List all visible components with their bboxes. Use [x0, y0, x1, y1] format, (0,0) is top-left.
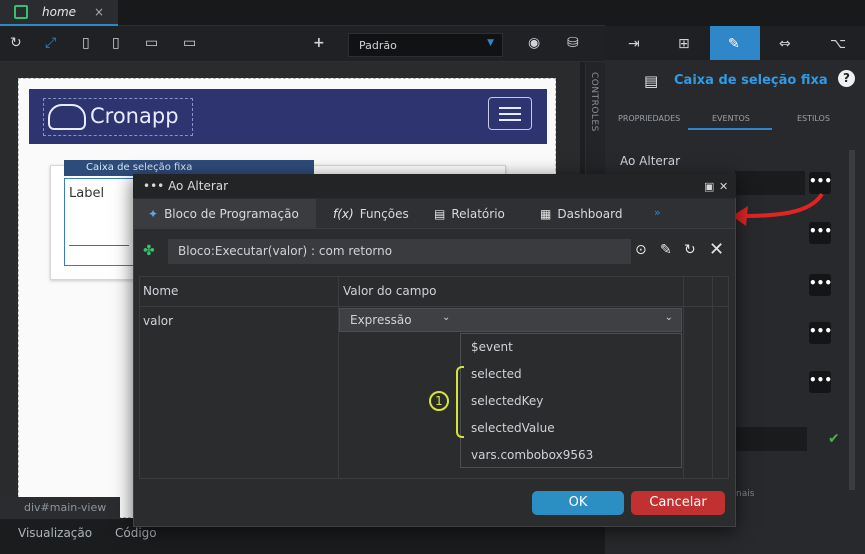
expression-select[interactable]: Expressão ⌄ ⌄	[339, 308, 682, 332]
panel-title: Caixa de seleção fixa	[674, 73, 828, 88]
eye-off-icon[interactable]: ◉	[528, 35, 540, 51]
more-button[interactable]: •••	[809, 322, 832, 344]
tab-home[interactable]: home ×	[0, 0, 118, 26]
tablet-icon[interactable]: ▯	[112, 35, 120, 51]
more-button[interactable]: •••	[809, 274, 832, 296]
tab-eventos[interactable]: EVENTOS	[712, 114, 750, 123]
page-icon	[14, 5, 28, 19]
dots-icon: •••	[143, 179, 165, 193]
footer-fragment: nais	[736, 489, 755, 499]
puzzle-icon: ✤	[143, 243, 155, 259]
panel-tabs: PROPRIEDADES EVENTOS ESTILOS	[605, 108, 865, 130]
arrow-annotation-icon	[732, 192, 824, 226]
add-icon[interactable]: +	[313, 35, 325, 51]
option-selected[interactable]: selected	[471, 367, 522, 381]
modal-title-bar: ••• Ao Alterar	[133, 174, 736, 198]
tab-propriedades[interactable]: PROPRIEDADES	[618, 114, 680, 123]
monitor-icon[interactable]: ▭	[183, 35, 196, 51]
option-event[interactable]: $event	[471, 340, 513, 354]
report-icon: ▤	[434, 207, 446, 221]
event-field[interactable]	[735, 427, 807, 451]
annotation-brace	[456, 366, 464, 438]
breadcrumb[interactable]: div#main-view	[0, 497, 120, 519]
tree-icon[interactable]: ⊞	[678, 36, 690, 52]
event-label: Ao Alterar	[620, 154, 681, 168]
modal-tabs: ✦ Bloco de Programação f(x) Funções ▤ Relat…	[134, 199, 735, 229]
tab-bloco[interactable]: ✦ Bloco de Programação	[134, 199, 316, 229]
chevron-down-icon[interactable]: ⌄	[665, 312, 673, 323]
active-tab-indicator	[688, 128, 772, 130]
option-selected-key[interactable]: selectedKey	[471, 394, 543, 408]
puzzle-icon: ✦	[148, 207, 159, 221]
tab-home-label: home	[42, 5, 77, 19]
ok-button[interactable]: OK	[532, 491, 624, 515]
controls-label: CONTROLES	[589, 72, 599, 132]
chevron-down-icon: ▼	[487, 38, 494, 48]
logo-text: Cronapp	[90, 104, 179, 128]
toolbar	[0, 26, 605, 62]
hamburger-menu-icon[interactable]	[488, 97, 532, 130]
component-underline	[69, 245, 129, 246]
tab-relatorio[interactable]: ▤ Relatório	[434, 199, 505, 229]
login-icon[interactable]: ⇥	[628, 36, 640, 52]
code-icon[interactable]: ⌥	[830, 36, 846, 52]
desktop-icon[interactable]: ▭	[145, 35, 158, 51]
redo-icon[interactable]: ↻	[684, 242, 696, 258]
resize-icon[interactable]: ⇔	[779, 36, 791, 52]
right-panel-top	[605, 0, 865, 26]
tab-estilos[interactable]: ESTILOS	[797, 114, 830, 123]
edit-icon[interactable]: ✎	[660, 242, 672, 258]
dashboard-icon: ▦	[540, 207, 552, 221]
chevron-down-icon[interactable]: ⌄	[442, 312, 450, 323]
expand-icon[interactable]: ⤢	[45, 35, 56, 51]
tab-funcoes[interactable]: f(x) Funções	[333, 199, 409, 229]
component-label: Label	[69, 186, 105, 201]
cloud-icon	[48, 104, 86, 130]
pencil-icon[interactable]: ✎	[728, 36, 740, 52]
more-tabs-icon[interactable]: »	[654, 206, 661, 219]
clear-icon[interactable]: ✕	[709, 239, 724, 260]
function-icon: f(x)	[333, 207, 354, 221]
tab-dashboard[interactable]: ▦ Dashboard	[540, 199, 622, 229]
modal-title: Ao Alterar	[168, 179, 229, 193]
tab-visualizacao[interactable]: Visualização	[18, 526, 92, 540]
maximize-icon[interactable]: ▣	[704, 180, 714, 193]
phone-icon[interactable]: ▯	[82, 35, 90, 51]
more-button[interactable]: •••	[809, 172, 832, 194]
expression-type: Expressão	[350, 313, 412, 327]
more-options-icon[interactable]: ⊙	[635, 242, 647, 258]
option-selected-value[interactable]: selectedValue	[471, 421, 555, 435]
option-vars-combobox[interactable]: vars.combobox9563	[471, 448, 593, 462]
refresh-icon[interactable]: ↻	[10, 35, 22, 51]
help-icon[interactable]: ?	[838, 70, 855, 87]
close-icon[interactable]: ×	[94, 5, 104, 19]
row-name: valor	[143, 314, 174, 328]
grid-separator	[683, 277, 684, 479]
tab-codigo[interactable]: Código	[115, 526, 157, 540]
combobox-icon: ▤	[644, 72, 659, 90]
device-select[interactable]: Padrão ▼	[348, 33, 503, 57]
block-field[interactable]: Bloco:Executar(valor) : com retorno	[168, 239, 631, 264]
close-icon[interactable]: ✕	[719, 180, 728, 193]
cancel-button[interactable]: Cancelar	[631, 491, 725, 515]
col-nome: Nome	[143, 284, 179, 298]
more-button[interactable]: •••	[809, 371, 832, 393]
database-icon[interactable]: ⛁	[567, 35, 579, 51]
check-icon[interactable]: ✔	[828, 431, 840, 447]
grid-separator	[712, 277, 713, 479]
col-valor: Valor do campo	[343, 284, 437, 298]
device-select-value: Padrão	[359, 39, 397, 52]
annotation-number: 1	[429, 391, 449, 411]
panel-scrollbar[interactable]	[849, 150, 855, 490]
